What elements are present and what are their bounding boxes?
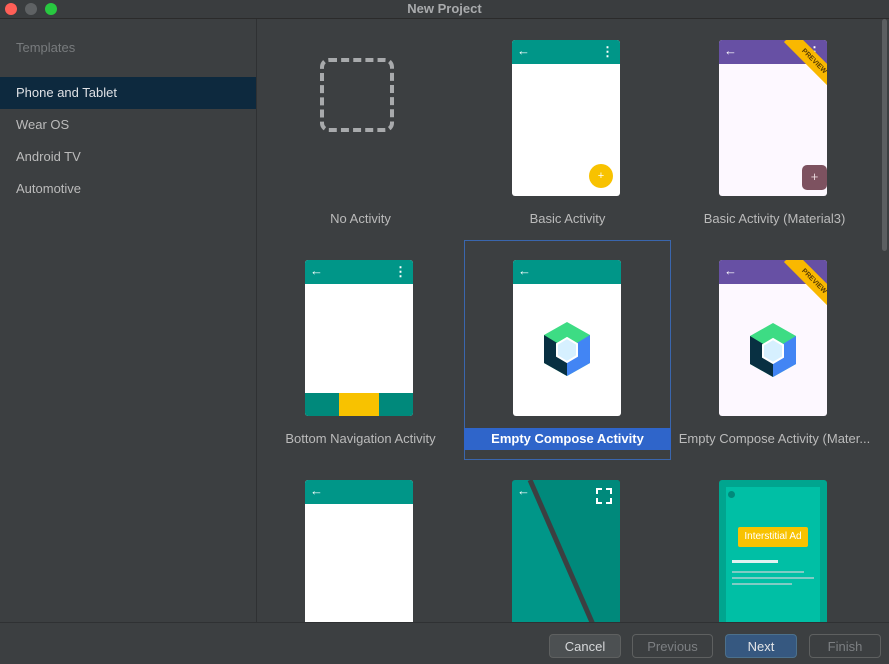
placeholder-text-line	[732, 571, 804, 573]
empty-placeholder-icon	[320, 58, 394, 132]
app-bar: ← ⋮	[512, 40, 620, 64]
back-arrow-icon: ←	[310, 483, 323, 498]
template-basic-activity-material3[interactable]: ← ⋮ PREVIEW + Basic Activity (Material3)	[671, 20, 877, 240]
phone-preview: ←	[305, 480, 413, 622]
bottom-navigation-bar	[305, 393, 413, 416]
back-arrow-icon: ←	[724, 263, 737, 278]
fab-plus-icon: +	[589, 164, 613, 188]
sidebar-item-wear-os[interactable]: Wear OS	[0, 109, 256, 141]
template-label: Empty Compose Activity (Mater...	[678, 431, 871, 446]
footer-divider	[0, 622, 889, 623]
back-arrow-icon: ←	[724, 43, 737, 58]
template-label: Basic Activity (Material3)	[703, 211, 846, 226]
app-bar: ←	[513, 260, 621, 284]
preview-badge: PREVIEW	[783, 40, 827, 92]
template-basic-activity[interactable]: ← ⋮ + Basic Activity	[464, 20, 671, 240]
placeholder-text-line	[732, 560, 778, 563]
finish-button[interactable]: Finish	[809, 634, 881, 658]
phone-preview: Interstitial Ad	[719, 480, 827, 622]
interstitial-ad-label: Interstitial Ad	[738, 527, 808, 547]
template-fullscreen-activity[interactable]: ←	[464, 460, 671, 622]
back-arrow-icon: ←	[517, 483, 530, 498]
app-bar: ← ⋮	[305, 260, 413, 284]
phone-preview: ← ⋮	[305, 260, 413, 416]
back-arrow-icon: ←	[517, 43, 530, 58]
window-title: New Project	[407, 1, 482, 16]
template-empty-compose-activity-material3[interactable]: ← PREVIEW Empty Compose Activity (Mater.…	[671, 240, 877, 460]
phone-preview: ←	[513, 260, 621, 416]
previous-button[interactable]: Previous	[632, 634, 713, 658]
phone-preview: ← ⋮ +	[512, 40, 620, 196]
phone-preview: ← ⋮ PREVIEW +	[719, 40, 827, 196]
back-arrow-icon: ←	[518, 263, 531, 278]
template-no-activity[interactable]: No Activity	[257, 20, 464, 240]
template-label: No Activity	[330, 211, 391, 226]
preview-badge: PREVIEW	[783, 260, 827, 312]
placeholder-text-line	[732, 577, 814, 579]
sidebar-item-phone-and-tablet[interactable]: Phone and Tablet	[0, 77, 256, 109]
template-label: Bottom Navigation Activity	[285, 431, 436, 446]
preview-ribbon: PREVIEW	[767, 260, 827, 320]
fullscreen-icon	[596, 488, 612, 504]
jetpack-compose-logo-icon	[544, 322, 590, 376]
placeholder-text-line	[732, 583, 792, 585]
template-empty-compose-activity[interactable]: ← Empty Compose Activity	[464, 240, 671, 460]
template-label: Basic Activity	[529, 211, 606, 226]
sidebar-item-automotive[interactable]: Automotive	[0, 173, 256, 205]
ad-overlay-card: Interstitial Ad	[726, 487, 820, 622]
preview-ribbon: PREVIEW	[767, 40, 827, 100]
overflow-menu-icon: ⋮	[394, 264, 407, 279]
back-arrow-icon: ←	[310, 263, 323, 278]
bottom-nav-selected-item	[339, 393, 379, 416]
sidebar-header: Templates	[16, 40, 76, 55]
sidebar-item-android-tv[interactable]: Android TV	[0, 141, 256, 173]
template-label: Empty Compose Activity	[464, 428, 671, 450]
app-bar: ←	[305, 480, 413, 504]
fab-plus-icon: +	[802, 165, 827, 190]
next-button[interactable]: Next	[725, 634, 797, 658]
phone-preview: ←	[512, 480, 620, 622]
template-empty-activity[interactable]: ←	[257, 460, 464, 622]
vertical-scrollbar[interactable]	[882, 19, 887, 251]
cancel-button[interactable]: Cancel	[549, 634, 621, 658]
overflow-menu-icon: ⋮	[601, 44, 614, 59]
template-google-admob-ads-activity[interactable]: Interstitial Ad	[671, 460, 877, 622]
template-bottom-navigation-activity[interactable]: ← ⋮ Bottom Navigation Activity	[257, 240, 464, 460]
jetpack-compose-logo-icon	[750, 323, 796, 377]
title-bar: New Project	[0, 0, 889, 19]
ad-indicator-dot	[728, 491, 735, 498]
template-grid: No Activity ← ⋮ + Basic Activity ← ⋮ PRE…	[257, 19, 877, 622]
template-category-sidebar: Templates Phone and Tablet Wear OS Andro…	[0, 19, 257, 622]
phone-preview: ← PREVIEW	[719, 260, 827, 416]
